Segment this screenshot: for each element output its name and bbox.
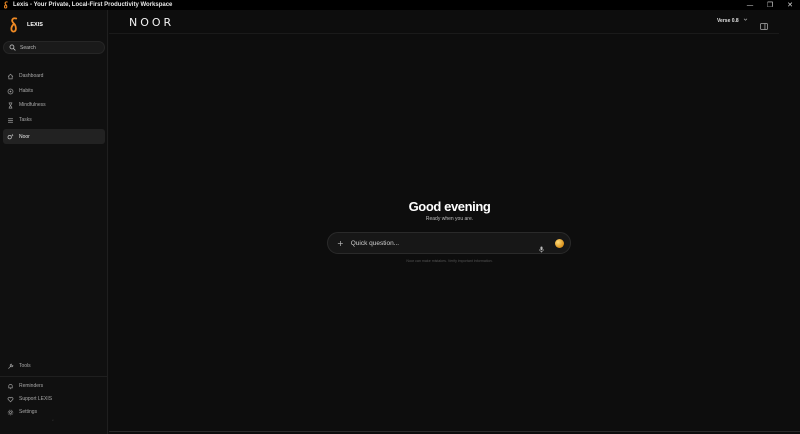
noor-logo: NOOR (129, 16, 175, 29)
lexis-logo-icon (8, 17, 20, 33)
model-selector-label: Verse 0.8 (717, 17, 739, 24)
sidebar-item-dashboard[interactable]: Dashboard (3, 69, 105, 83)
greeting-heading: Good evening (408, 199, 491, 214)
sidebar-item-label: Reminders (19, 383, 44, 389)
sidebar-item-reminders[interactable]: Reminders (3, 379, 105, 393)
sidebar-item-label: Noor (19, 133, 30, 140)
model-selector[interactable]: Verse 0.8 (717, 17, 748, 24)
microphone-icon[interactable] (538, 240, 545, 258)
quick-question-box[interactable]: + Quick question... (327, 232, 571, 254)
greeting-subtitle: Ready when you are. (425, 216, 474, 222)
sidebar-item-mindfulness[interactable]: Mindfulness (3, 98, 105, 112)
target-icon (7, 88, 14, 95)
sidebar-item-label: Tools (19, 363, 31, 369)
sidebar-item-tools[interactable]: Tools (3, 359, 105, 373)
sidebar-item-noor[interactable]: Noor (3, 129, 105, 144)
main-area: NOOR Verse 0.8 Good evening Ready when y… (109, 10, 800, 434)
sidebar-divider (0, 376, 108, 377)
bell-icon (7, 383, 14, 390)
brand-name: LEXIS (27, 22, 43, 28)
sidebar-item-settings[interactable]: Settings (3, 405, 105, 419)
heart-icon (7, 396, 14, 403)
bottom-divider (109, 431, 800, 432)
title-bar: Lexis - Your Private, Local-First Produc… (0, 0, 800, 10)
chevron-down-icon (743, 17, 748, 24)
sidebar-item-label: Habits (19, 88, 34, 94)
maximize-button[interactable]: ❐ (760, 0, 780, 10)
search-icon (9, 44, 16, 51)
home-icon (7, 73, 14, 80)
sidebar-item-tasks[interactable]: Tasks (3, 113, 105, 127)
brand[interactable]: LEXIS (8, 17, 43, 33)
sidebar: LEXIS Search Dashboard Habits Mindfulnes… (0, 10, 108, 434)
sidebar-item-label: Settings (19, 409, 38, 415)
app-logo-icon (2, 1, 10, 9)
hourglass-icon (7, 101, 14, 109)
sidebar-item-label: Dashboard (19, 73, 44, 79)
sparkle-icon (7, 133, 14, 140)
send-orb-button[interactable] (555, 239, 564, 248)
header-divider (109, 33, 779, 34)
list-icon (7, 117, 14, 124)
panel-toggle-icon[interactable] (760, 17, 768, 30)
disclaimer-text: Noor can make mistakes. Verify important… (406, 259, 493, 263)
minimize-button[interactable]: — (740, 0, 760, 10)
close-button[interactable]: ✕ (780, 0, 800, 10)
gear-icon (7, 409, 14, 416)
sidebar-collapse-handle[interactable]: ˇ (52, 420, 54, 426)
sidebar-item-habits[interactable]: Habits (3, 84, 105, 98)
sidebar-item-label: Tasks (19, 117, 32, 123)
window-title: Lexis - Your Private, Local-First Produc… (13, 2, 173, 8)
sidebar-item-support[interactable]: Support LEXIS (3, 392, 105, 406)
search-label: Search (20, 44, 36, 51)
sidebar-item-label: Support LEXIS (19, 396, 53, 402)
wrench-icon (7, 363, 14, 370)
sidebar-item-label: Mindfulness (19, 102, 46, 108)
add-attachment-icon[interactable]: + (337, 239, 344, 248)
search-input[interactable]: Search (3, 41, 105, 54)
